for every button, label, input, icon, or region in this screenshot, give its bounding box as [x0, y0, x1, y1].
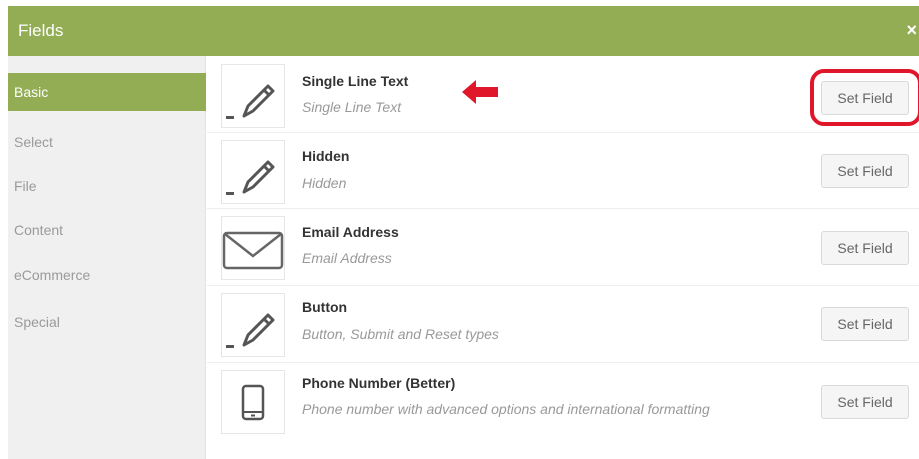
sidebar-item-special[interactable]: Special: [8, 303, 206, 341]
pencil-icon: [221, 293, 285, 357]
field-row: Single Line Text Single Line Text Set Fi…: [207, 56, 919, 133]
pencil-icon: [221, 64, 285, 128]
pencil-icon: [221, 140, 285, 204]
field-title: Button: [302, 299, 348, 315]
field-row: Button Button, Submit and Reset types Se…: [207, 286, 919, 363]
sidebar-item-select[interactable]: Select: [8, 123, 206, 161]
field-row: Phone Number (Better) Phone number with …: [207, 363, 919, 459]
close-icon[interactable]: ×: [906, 20, 917, 41]
field-description: Single Line Text: [302, 99, 402, 115]
field-title: Phone Number (Better): [302, 375, 456, 391]
sidebar-item-basic[interactable]: Basic: [8, 73, 206, 111]
phone-icon: [221, 370, 285, 434]
set-field-button[interactable]: Set Field: [821, 231, 909, 265]
red-arrow-annotation: [462, 80, 498, 104]
set-field-button[interactable]: Set Field: [821, 81, 909, 115]
sidebar-item-content[interactable]: Content: [8, 211, 206, 249]
sidebar-item-ecommerce[interactable]: eCommerce: [8, 256, 206, 294]
set-field-button[interactable]: Set Field: [821, 307, 909, 341]
modal-header: Fields ×: [8, 6, 919, 56]
modal-title: Fields: [18, 21, 64, 40]
field-description: Email Address: [302, 250, 392, 266]
set-field-button[interactable]: Set Field: [821, 385, 909, 419]
field-description: Hidden: [302, 175, 347, 191]
set-field-button[interactable]: Set Field: [821, 154, 909, 188]
field-list: Single Line Text Single Line Text Set Fi…: [207, 56, 919, 459]
field-title: Single Line Text: [302, 73, 409, 89]
sidebar-item-file[interactable]: File: [8, 167, 206, 205]
field-description: Button, Submit and Reset types: [302, 326, 499, 342]
envelope-icon: [221, 216, 285, 280]
category-sidebar: Basic Select File Content eCommerce Spec…: [8, 56, 206, 459]
field-title: Hidden: [302, 148, 350, 164]
field-title: Email Address: [302, 224, 399, 240]
field-row: Hidden Hidden Set Field: [207, 133, 919, 209]
field-description: Phone number with advanced options and i…: [302, 401, 710, 417]
field-row: Email Address Email Address Set Field: [207, 209, 919, 286]
